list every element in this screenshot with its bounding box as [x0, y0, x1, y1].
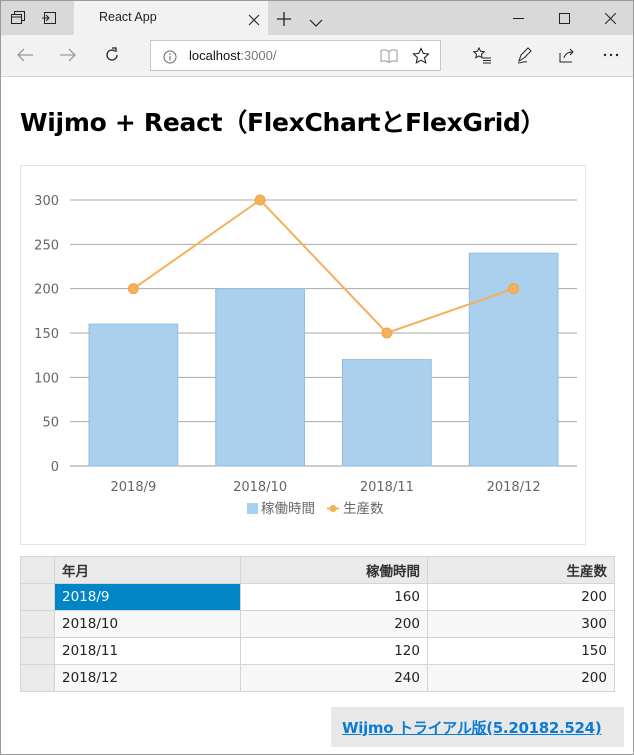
legend-label: 生産数	[343, 501, 384, 517]
tab-manager-icon[interactable]	[10, 10, 26, 26]
tab-react-app[interactable]: React App	[74, 1, 268, 35]
table-row[interactable]: 2018/11 120 150	[20, 637, 615, 665]
cell-hours[interactable]: 160	[240, 583, 428, 611]
close-window-button[interactable]	[587, 1, 633, 35]
url-host: localhost	[189, 48, 241, 63]
more-options-icon[interactable]	[601, 45, 621, 65]
browser-window: React App localhost:3000/ Wijmo + React（…	[0, 0, 634, 755]
y-tick-label: 200	[34, 283, 59, 298]
favorites-hub-icon[interactable]	[472, 45, 492, 65]
navigation-bar: localhost:3000/	[1, 35, 633, 77]
y-tick-label: 100	[34, 371, 59, 386]
cell-ym[interactable]: 2018/9	[54, 583, 241, 611]
legend-label: 稼働時間	[261, 501, 315, 517]
row-header[interactable]	[20, 637, 55, 665]
series-line	[132, 198, 514, 335]
reading-view-icon[interactable]	[380, 48, 398, 64]
row-header[interactable]	[20, 610, 55, 638]
bar	[342, 359, 432, 467]
column-header-hours[interactable]: 稼働時間	[240, 556, 428, 584]
table-row[interactable]: 2018/12 240 200	[20, 664, 615, 692]
row-header-corner	[20, 556, 55, 584]
y-tick-label: 250	[34, 238, 59, 253]
row-header[interactable]	[20, 583, 55, 611]
close-icon	[605, 13, 616, 24]
pen-notes-icon[interactable]	[515, 45, 535, 65]
url-path: :3000/	[240, 48, 277, 63]
share-icon[interactable]	[557, 45, 577, 65]
x-tick-label: 2018/10	[233, 480, 287, 495]
x-tick-label: 2018/12	[487, 480, 541, 495]
cell-hours[interactable]: 240	[240, 664, 428, 692]
x-tick-label: 2018/9	[111, 480, 157, 495]
address-bar[interactable]: localhost:3000/	[150, 40, 441, 71]
favorite-star-icon[interactable]	[412, 47, 430, 65]
url-text: localhost:3000/	[189, 48, 276, 63]
cell-hours[interactable]: 200	[240, 610, 428, 638]
cell-hours[interactable]: 120	[240, 637, 428, 665]
page-content: Wijmo + React（FlexChartとFlexGrid） 0 50 100…	[1, 78, 633, 754]
y-tick-label: 150	[34, 327, 59, 342]
flex-chart: 0 50 100 150 200 250 300 2018/9 2018/10 2018/11 20…	[20, 165, 586, 545]
maximize-icon	[559, 13, 570, 24]
trial-version-link[interactable]: Wijmo トライアル版(5.20182.524)	[342, 717, 602, 738]
legend-swatch-bar	[247, 503, 258, 514]
legend-marker	[329, 505, 337, 512]
info-icon[interactable]	[163, 49, 177, 64]
maximize-button[interactable]	[541, 1, 587, 35]
close-tab-icon[interactable]	[248, 11, 260, 26]
x-tick-label: 2018/11	[360, 480, 414, 495]
line-point	[381, 327, 393, 339]
minimize-button[interactable]	[495, 1, 541, 35]
refresh-icon[interactable]	[102, 45, 122, 65]
bar	[88, 323, 179, 467]
line-point	[254, 194, 266, 206]
new-tab-icon[interactable]	[277, 11, 291, 26]
cell-ym[interactable]: 2018/10	[54, 610, 241, 638]
chart-canvas: 0 50 100 150 200 250 300 2018/9 2018/10 2018/11 20…	[34, 194, 577, 517]
table-row[interactable]: 2018/9 160 200	[20, 583, 615, 611]
tab-bar: React App	[1, 1, 633, 35]
line-point	[508, 283, 520, 295]
cell-count[interactable]: 300	[427, 610, 615, 638]
page-title: Wijmo + React（FlexChartとFlexGrid）	[20, 108, 546, 137]
cell-ym[interactable]: 2018/12	[54, 664, 241, 692]
minimize-icon	[513, 18, 524, 19]
line-point	[127, 283, 139, 295]
cell-count[interactable]: 200	[427, 664, 615, 692]
grid-header-row: 年月 稼働時間 生産数	[20, 556, 615, 584]
table-row[interactable]: 2018/10 200 300	[20, 610, 615, 638]
cell-count[interactable]: 150	[427, 637, 615, 665]
tab-title: React App	[99, 10, 157, 24]
forward-arrow-icon[interactable]	[58, 45, 78, 65]
cell-ym[interactable]: 2018/11	[54, 637, 241, 665]
y-tick-label: 300	[34, 194, 59, 209]
flex-grid: 年月 稼働時間 生産数 2018/9 160 200 2018/10 200 3…	[20, 556, 615, 692]
trial-banner: Wijmo トライアル版(5.20182.524)	[331, 707, 624, 747]
column-header-count[interactable]: 生産数	[427, 556, 615, 584]
set-aside-tabs-icon[interactable]	[41, 10, 57, 26]
bar	[215, 288, 305, 467]
column-header-ym[interactable]: 年月	[54, 556, 241, 584]
y-tick-label: 50	[42, 416, 59, 431]
y-tick-label: 0	[51, 460, 59, 475]
chevron-down-icon[interactable]	[309, 13, 323, 27]
row-header[interactable]	[20, 664, 55, 692]
back-arrow-icon[interactable]	[15, 45, 35, 65]
cell-count[interactable]: 200	[427, 583, 615, 611]
